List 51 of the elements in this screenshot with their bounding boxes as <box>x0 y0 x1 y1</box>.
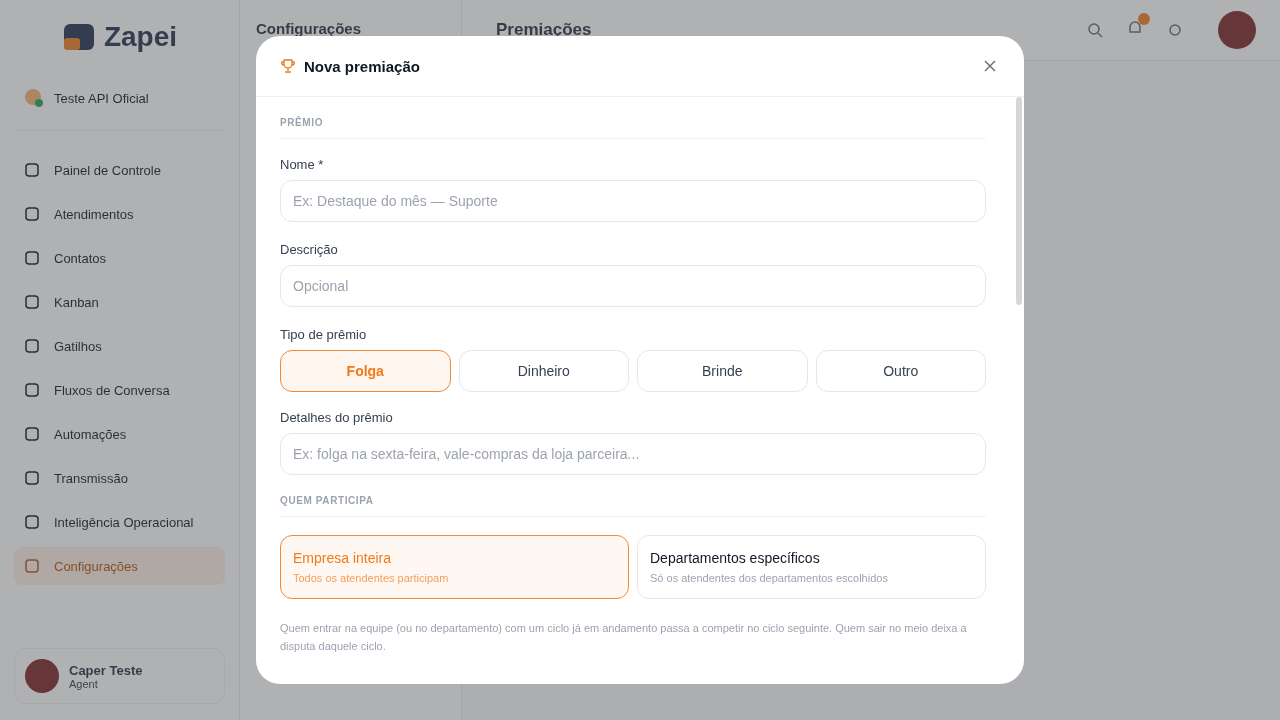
info-note: Quem entrar na equipe (ou no departamento) com um ciclo já em andamento passa a competir no ciclo seguinte. Quem sair no meio deixa a disputa daquele ciclo. <box>280 621 968 654</box>
nav-icon <box>24 426 40 442</box>
sidebar-item[interactable]: Contatos <box>14 239 225 277</box>
avatar[interactable] <box>1218 11 1256 49</box>
sidebar-item[interactable]: Atendimentos <box>14 195 225 233</box>
page-title: Premiações <box>496 20 593 40</box>
sidebar-item[interactable]: Painel de Controle <box>14 151 225 189</box>
nav-icon <box>24 294 40 310</box>
option-description: Só os atendentes dos departamentos escolhidos <box>650 572 889 584</box>
sidebar-item[interactable]: Fluxos de Conversa <box>14 371 225 409</box>
option-title: Empresa inteira <box>293 550 393 566</box>
sidebar-item[interactable]: Gatilhos <box>14 327 225 365</box>
field-label: Descrição <box>280 242 339 257</box>
sidebar-item[interactable]: Inteligência Operacional <box>14 503 225 541</box>
field-label: Detalhes do prêmio <box>280 410 394 425</box>
field-label: Nome * <box>280 157 325 172</box>
nav-icon <box>24 338 40 354</box>
sidebar-item[interactable]: Transmissão <box>14 459 225 497</box>
section-heading: PRÊMIO <box>280 117 986 139</box>
nav-icon <box>24 382 40 398</box>
notification-dot <box>1138 13 1150 25</box>
section-title: Configurações <box>256 20 362 37</box>
nav-icon <box>24 470 40 486</box>
nav-icon <box>24 250 40 266</box>
nav-icon <box>24 206 40 222</box>
user-name: Caper Teste <box>69 662 143 678</box>
field-label: Tipo de prêmio <box>280 327 368 342</box>
scope-option-card[interactable]: Departamentos específicos Só os atendentes dos departamentos escolhidos <box>637 535 986 599</box>
user-role: Agent <box>69 677 98 690</box>
search-icon[interactable] <box>1086 21 1104 39</box>
prize-type-option[interactable]: Dinheiro <box>458 350 629 392</box>
prize-type-option[interactable]: Brinde <box>637 350 808 392</box>
details-input[interactable]: Ex: folga na sexta-feira, vale-compras da loja parceira... <box>280 433 986 475</box>
sidebar-item[interactable]: Automações <box>14 415 225 453</box>
dialog-title: Nova premiação <box>304 57 421 75</box>
nav-icon <box>24 162 40 178</box>
nav-icon <box>24 514 40 530</box>
brand-name: Zapei <box>103 21 178 53</box>
description-input[interactable]: Opcional <box>280 265 986 307</box>
account-icon <box>24 88 44 108</box>
section-heading: QUEM PARTICIPA <box>280 495 986 517</box>
avatar <box>25 659 59 693</box>
sidebar-item[interactable]: Kanban <box>14 283 225 321</box>
prize-type-option[interactable]: Outro <box>815 350 986 392</box>
nav-icon <box>24 558 40 574</box>
scrollbar-thumb[interactable] <box>1016 97 1022 305</box>
trophy-icon <box>280 58 296 74</box>
name-input[interactable]: Ex: Destaque do mês — Suporte <box>280 180 986 222</box>
account-name[interactable]: Teste API Oficial <box>54 90 149 106</box>
option-title: Departamentos específicos <box>650 550 821 566</box>
option-description: Todos os atendentes participam <box>293 572 450 584</box>
